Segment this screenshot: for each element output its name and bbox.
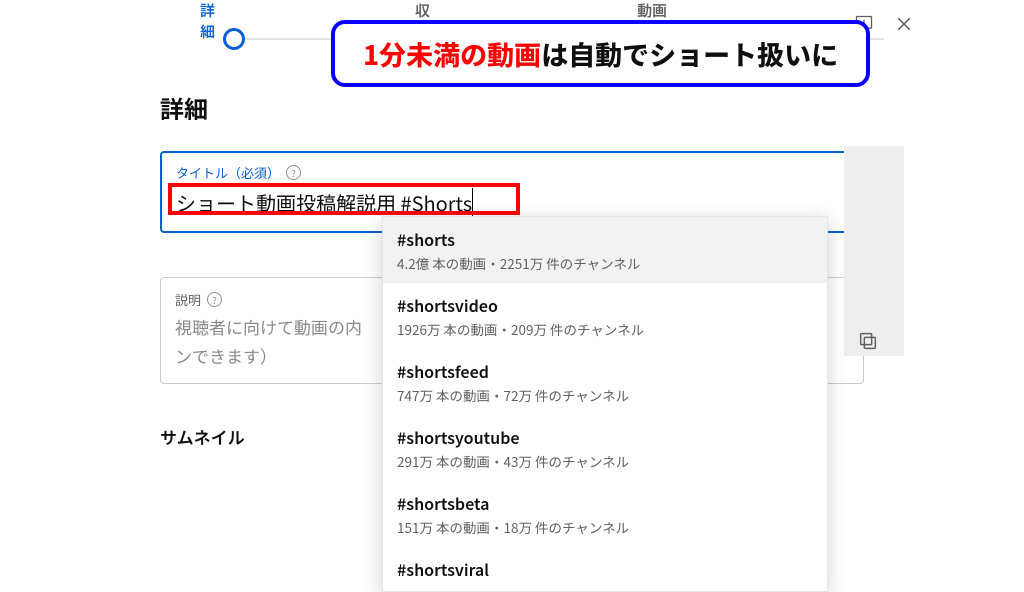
suggestion-item[interactable]: #shorts 4.2億 本の動画・2251万 件のチャンネル — [383, 217, 827, 283]
callout-rest: は自動でショート扱いに — [541, 34, 838, 73]
stepper-tab-details[interactable]: 詳細 — [200, 0, 215, 42]
description-label-text: 説明 — [175, 290, 201, 309]
video-preview-placeholder — [844, 146, 904, 356]
suggestion-meta: 291万 本の動画・43万 件のチャンネル — [397, 451, 813, 471]
suggestion-item[interactable]: #shortsfeed 747万 本の動画・72万 件のチャンネル — [383, 349, 827, 415]
suggestion-item[interactable]: #shortsvideo 1926万 本の動画・209万 件のチャンネル — [383, 283, 827, 349]
help-icon[interactable]: ? — [207, 292, 222, 307]
title-input[interactable]: ショート動画投稿解説用 #Shorts — [176, 188, 473, 217]
suggestion-tag: #shortsyoutube — [397, 425, 813, 449]
suggestion-tag: #shorts — [397, 227, 813, 251]
suggestion-item[interactable]: #shortsbeta 151万 本の動画・18万 件のチャンネル — [383, 481, 827, 547]
close-icon[interactable] — [894, 14, 914, 39]
title-label: タイトル（必須） ? — [176, 163, 848, 182]
suggestion-tag: #shortsviral — [397, 557, 813, 581]
suggestion-meta: 151万 本の動画・18万 件のチャンネル — [397, 517, 813, 537]
suggestion-item[interactable]: #shortsyoutube 291万 本の動画・43万 件のチャンネル — [383, 415, 827, 481]
suggestion-meta: 747万 本の動画・72万 件のチャンネル — [397, 385, 813, 405]
suggestion-item[interactable]: #shortsviral — [383, 547, 827, 591]
suggestion-meta: 4.2億 本の動画・2251万 件のチャンネル — [397, 253, 813, 273]
section-title: 詳細 — [160, 90, 864, 125]
stepper-dot-active — [223, 28, 245, 50]
callout-highlight: 1分未満の動画 — [363, 34, 541, 73]
suggestion-tag: #shortsvideo — [397, 293, 813, 317]
hashtag-suggestions: #shorts 4.2億 本の動画・2251万 件のチャンネル #shortsv… — [382, 216, 828, 592]
copy-icon[interactable] — [857, 330, 879, 357]
title-label-text: タイトル（必須） — [176, 163, 280, 182]
suggestion-tag: #shortsfeed — [397, 359, 813, 383]
help-icon[interactable]: ? — [286, 165, 301, 180]
suggestion-tag: #shortsbeta — [397, 491, 813, 515]
suggestion-meta: 1926万 本の動画・209万 件のチャンネル — [397, 319, 813, 339]
title-input-value: ショート動画投稿解説用 #Shorts — [176, 188, 472, 217]
annotation-callout: 1分未満の動画は自動でショート扱いに — [331, 20, 870, 87]
